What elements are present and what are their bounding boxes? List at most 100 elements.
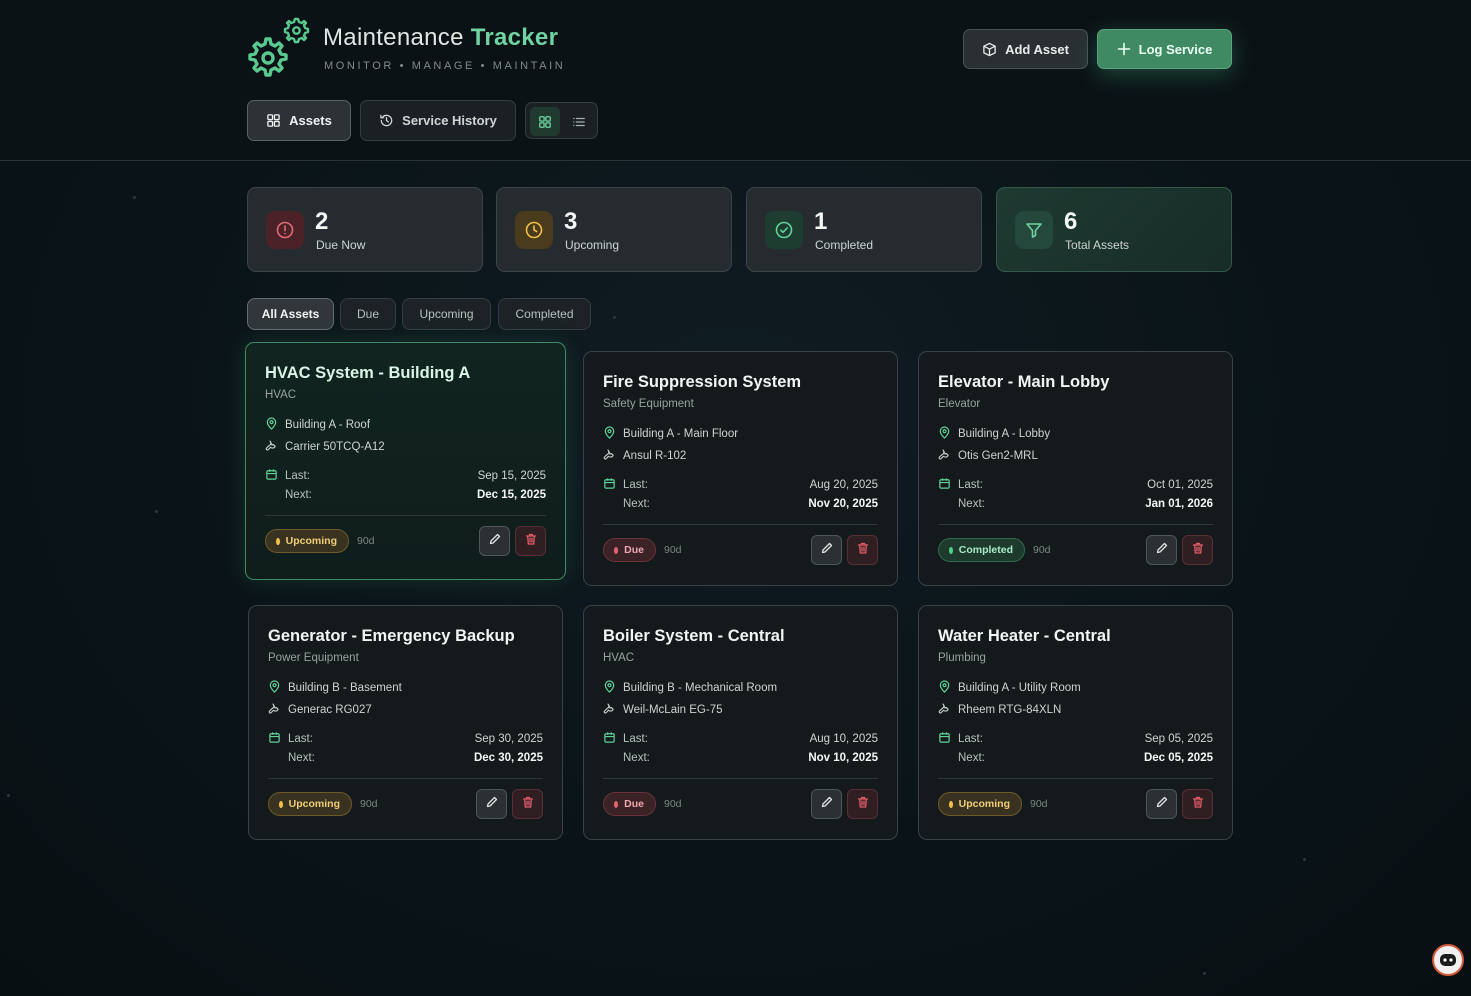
asset-model: Carrier 50TCQ-A12 bbox=[285, 441, 385, 453]
delete-button[interactable] bbox=[847, 789, 878, 819]
last-label: Last: bbox=[285, 469, 310, 482]
asset-location-row: Building B - Mechanical Room bbox=[603, 680, 777, 696]
asset-card[interactable]: HVAC System - Building A HVAC Building A… bbox=[245, 342, 566, 580]
next-label: Next: bbox=[285, 488, 312, 501]
asset-location-row: Building A - Utility Room bbox=[938, 680, 1081, 696]
grid-view-icon bbox=[539, 115, 551, 128]
tab-history-label: Service History bbox=[402, 113, 497, 128]
status-dot bbox=[614, 546, 619, 554]
cube-icon bbox=[983, 42, 996, 56]
stat-completed-label: Completed bbox=[815, 238, 874, 252]
status-label: Upcoming bbox=[288, 798, 340, 810]
asset-category: Power Equipment bbox=[268, 652, 359, 664]
assistant-avatar[interactable] bbox=[1432, 944, 1464, 976]
history-icon bbox=[380, 114, 393, 127]
asset-model-row: Carrier 50TCQ-A12 bbox=[265, 439, 385, 455]
delete-button[interactable] bbox=[1182, 535, 1213, 565]
asset-location: Building A - Roof bbox=[285, 419, 371, 431]
last-label: Last: bbox=[623, 732, 648, 745]
asset-dates: Last: Sep 15, 2025 Next: Dec 15, 2025 bbox=[265, 466, 546, 504]
add-asset-button[interactable]: Add Asset bbox=[963, 29, 1088, 69]
last-service-date: Sep 15, 2025 bbox=[477, 469, 546, 482]
wrench-icon bbox=[938, 448, 951, 464]
filter-upcoming[interactable]: Upcoming bbox=[402, 298, 491, 330]
asset-category: HVAC bbox=[265, 389, 297, 401]
tab-service-history[interactable]: Service History bbox=[360, 100, 516, 141]
edit-button[interactable] bbox=[811, 789, 842, 819]
wrench-icon bbox=[938, 702, 951, 718]
bg-dot bbox=[133, 196, 136, 199]
add-asset-label: Add Asset bbox=[1005, 41, 1069, 57]
asset-card[interactable]: Boiler System - Central HVAC Building B … bbox=[583, 605, 898, 840]
bg-dot bbox=[155, 510, 158, 513]
plus-icon bbox=[1117, 42, 1130, 56]
asset-card[interactable]: Elevator - Main Lobby Elevator Building … bbox=[918, 351, 1233, 586]
asset-model-row: Otis Gen2-MRL bbox=[938, 448, 1038, 464]
asset-card[interactable]: Water Heater - Central Plumbing Building… bbox=[918, 605, 1233, 840]
robot-face-icon bbox=[1440, 954, 1456, 966]
service-interval: 90d bbox=[1033, 544, 1051, 556]
service-interval: 90d bbox=[357, 535, 375, 547]
asset-location: Building A - Main Floor bbox=[623, 428, 739, 440]
asset-name: Generator - Emergency Backup bbox=[268, 627, 515, 645]
stat-completed[interactable]: 1 Completed bbox=[746, 187, 982, 272]
app-title: Maintenance Tracker bbox=[323, 24, 558, 52]
filter-icon bbox=[1015, 211, 1053, 249]
wrench-icon bbox=[268, 702, 281, 718]
asset-card[interactable]: Generator - Emergency Backup Power Equip… bbox=[248, 605, 563, 840]
service-interval: 90d bbox=[1030, 798, 1048, 810]
check-circle-icon bbox=[765, 211, 803, 249]
delete-button[interactable] bbox=[515, 526, 546, 556]
edit-button[interactable] bbox=[811, 535, 842, 565]
bg-dot bbox=[613, 316, 616, 319]
asset-card[interactable]: Fire Suppression System Safety Equipment… bbox=[583, 351, 898, 586]
edit-button[interactable] bbox=[479, 526, 510, 556]
edit-button[interactable] bbox=[476, 789, 507, 819]
grid-icon bbox=[267, 114, 280, 127]
header-band bbox=[0, 0, 1471, 161]
stat-total-assets[interactable]: 6 Total Assets bbox=[996, 187, 1232, 272]
calendar-icon bbox=[265, 468, 278, 484]
edit-button[interactable] bbox=[1146, 789, 1177, 819]
pencil-icon bbox=[820, 795, 834, 814]
stat-due-now-label: Due Now bbox=[316, 238, 366, 252]
asset-location-row: Building A - Lobby bbox=[938, 426, 1050, 442]
edit-button[interactable] bbox=[1146, 535, 1177, 565]
tab-assets[interactable]: Assets bbox=[247, 100, 351, 141]
asset-dates: Last: Aug 10, 2025 Next: Nov 10, 2025 bbox=[603, 729, 878, 767]
stat-due-now[interactable]: 2 Due Now bbox=[247, 187, 483, 272]
status-dot bbox=[279, 800, 283, 808]
last-service-date: Aug 20, 2025 bbox=[809, 478, 878, 491]
filter-due[interactable]: Due bbox=[340, 298, 396, 330]
list-view-button[interactable] bbox=[564, 107, 594, 136]
delete-button[interactable] bbox=[847, 535, 878, 565]
asset-dates: Last: Sep 30, 2025 Next: Dec 30, 2025 bbox=[268, 729, 543, 767]
asset-model-row: Ansul R-102 bbox=[603, 448, 686, 464]
log-service-button[interactable]: Log Service bbox=[1097, 29, 1232, 69]
delete-button[interactable] bbox=[1182, 789, 1213, 819]
asset-name: Water Heater - Central bbox=[938, 627, 1111, 645]
delete-button[interactable] bbox=[512, 789, 543, 819]
map-pin-icon bbox=[268, 680, 281, 696]
asset-name: Boiler System - Central bbox=[603, 627, 785, 645]
map-pin-icon bbox=[603, 426, 616, 442]
app-subtitle: MONITOR • MANAGE • MAINTAIN bbox=[324, 60, 566, 72]
asset-model: Otis Gen2-MRL bbox=[958, 450, 1038, 462]
last-service-date: Oct 01, 2025 bbox=[1147, 478, 1213, 491]
filter-all-assets[interactable]: All Assets bbox=[247, 298, 334, 330]
stat-upcoming[interactable]: 3 Upcoming bbox=[496, 187, 732, 272]
status-dot bbox=[276, 537, 280, 545]
view-toggle bbox=[525, 102, 598, 139]
status-label: Completed bbox=[958, 544, 1013, 556]
grid-view-button[interactable] bbox=[530, 107, 560, 136]
filter-completed[interactable]: Completed bbox=[498, 298, 591, 330]
calendar-icon bbox=[938, 731, 951, 747]
asset-category: Plumbing bbox=[938, 652, 986, 664]
calendar-icon bbox=[603, 731, 616, 747]
asset-dates: Last: Sep 05, 2025 Next: Dec 05, 2025 bbox=[938, 729, 1213, 767]
asset-model: Weil-McLain EG-75 bbox=[623, 704, 723, 716]
calendar-icon bbox=[268, 731, 281, 747]
asset-dates: Last: Aug 20, 2025 Next: Nov 20, 2025 bbox=[603, 475, 878, 513]
bg-dot bbox=[7, 794, 10, 797]
asset-dates: Last: Oct 01, 2025 Next: Jan 01, 2026 bbox=[938, 475, 1213, 513]
